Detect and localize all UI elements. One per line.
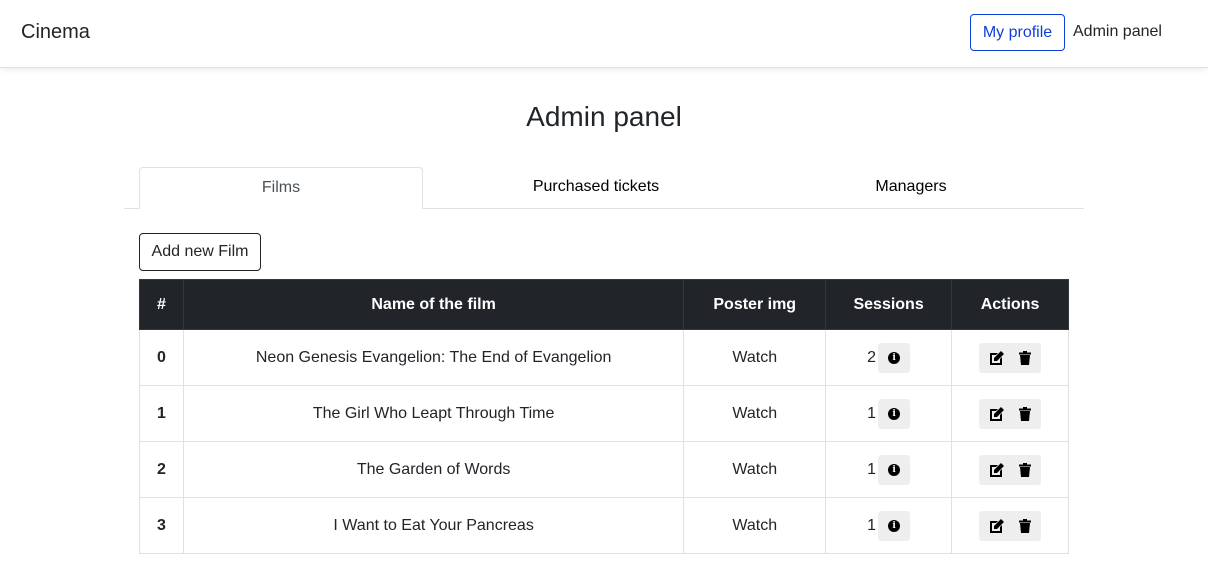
actions-group: [979, 454, 1042, 485]
poster-watch-link[interactable]: Watch: [683, 441, 827, 498]
poster-watch-link[interactable]: Watch: [683, 329, 827, 386]
edit-icon[interactable]: [989, 406, 1005, 421]
sessions-wrap: 2i: [867, 342, 911, 373]
sessions-count: 1: [867, 516, 877, 534]
sessions-count: 1: [867, 404, 877, 422]
table-row: 0 Neon Genesis Evangelion: The End of Eva…: [139, 329, 1069, 386]
info-icon: i: [888, 519, 901, 532]
trash-icon[interactable]: [1019, 462, 1032, 477]
table-header-row: # Name of the film Poster img Sessions A…: [139, 279, 1069, 330]
sessions-info-button[interactable]: i: [878, 398, 911, 429]
edit-icon[interactable]: [989, 518, 1005, 533]
edit-icon[interactable]: [989, 350, 1005, 365]
row-index: 1: [139, 385, 184, 442]
films-table: # Name of the film Poster img Sessions A…: [139, 279, 1069, 554]
my-profile-button[interactable]: My profile: [970, 14, 1065, 51]
sessions-cell: 2i: [825, 329, 953, 386]
column-header-name: Name of the film: [182, 279, 685, 330]
sessions-cell: 1i: [825, 385, 953, 442]
row-index: 0: [139, 329, 184, 386]
actions-cell: [951, 441, 1069, 498]
tab-purchased-tickets[interactable]: Purchased tickets: [454, 167, 738, 209]
poster-watch-link[interactable]: Watch: [683, 385, 827, 442]
sessions-count: 2: [867, 348, 877, 366]
film-name: I Want to Eat Your Pancreas: [182, 497, 685, 554]
table-row: 3I Want to Eat Your Pancreas Watch 1 i: [139, 497, 1069, 554]
actions-cell: [951, 497, 1069, 554]
poster-watch-link[interactable]: Watch: [683, 497, 827, 554]
row-index: 2: [139, 441, 184, 498]
film-name: The Girl Who Leapt Through Time: [182, 385, 685, 442]
trash-icon[interactable]: [1019, 518, 1032, 533]
sessions-cell: 1i: [825, 441, 953, 498]
brand-logo-text[interactable]: Cinema: [21, 21, 90, 44]
sessions-wrap: 1i: [867, 510, 911, 541]
sessions-cell: 1i: [825, 497, 953, 554]
page-title: Admin panel: [526, 101, 682, 132]
tab-managers[interactable]: Managers: [769, 167, 1053, 209]
column-header-sessions: Sessions: [825, 279, 953, 330]
column-header-poster: Poster img: [683, 279, 827, 330]
top-navbar: Cinema My profile Admin panel: [0, 0, 1208, 68]
sessions-info-button[interactable]: i: [878, 454, 911, 485]
edit-icon[interactable]: [989, 462, 1005, 477]
admin-panel-link[interactable]: Admin panel: [1073, 23, 1162, 41]
sessions-wrap: 1i: [867, 398, 911, 429]
info-icon: i: [888, 463, 901, 476]
actions-cell: [951, 385, 1069, 442]
sessions-count: 1: [867, 460, 877, 478]
actions-group: [979, 510, 1042, 541]
add-new-film-button[interactable]: Add new Film: [139, 233, 261, 271]
trash-icon[interactable]: [1019, 406, 1032, 421]
table-row: 1 The Girl Who Leapt Through Time Watch 1 i: [139, 385, 1069, 442]
column-header-index: #: [139, 279, 184, 330]
column-header-actions: Actions: [951, 279, 1069, 330]
sessions-wrap: 1i: [867, 454, 911, 485]
actions-group: [979, 398, 1042, 429]
film-name: The Garden of Words: [182, 441, 685, 498]
sessions-info-button[interactable]: i: [878, 510, 911, 541]
sessions-info-button[interactable]: i: [878, 342, 911, 373]
info-icon: i: [888, 351, 901, 364]
info-icon: i: [888, 407, 901, 420]
actions-group: [979, 342, 1042, 373]
film-name: Neon Genesis Evangelion: The End of Evan…: [182, 329, 685, 386]
trash-icon[interactable]: [1019, 350, 1032, 365]
table-row: 2 The Garden of Words Watch 1 i: [139, 441, 1069, 498]
tab-films[interactable]: Films: [139, 167, 423, 209]
row-index: 3: [139, 497, 184, 554]
actions-cell: [951, 329, 1069, 386]
